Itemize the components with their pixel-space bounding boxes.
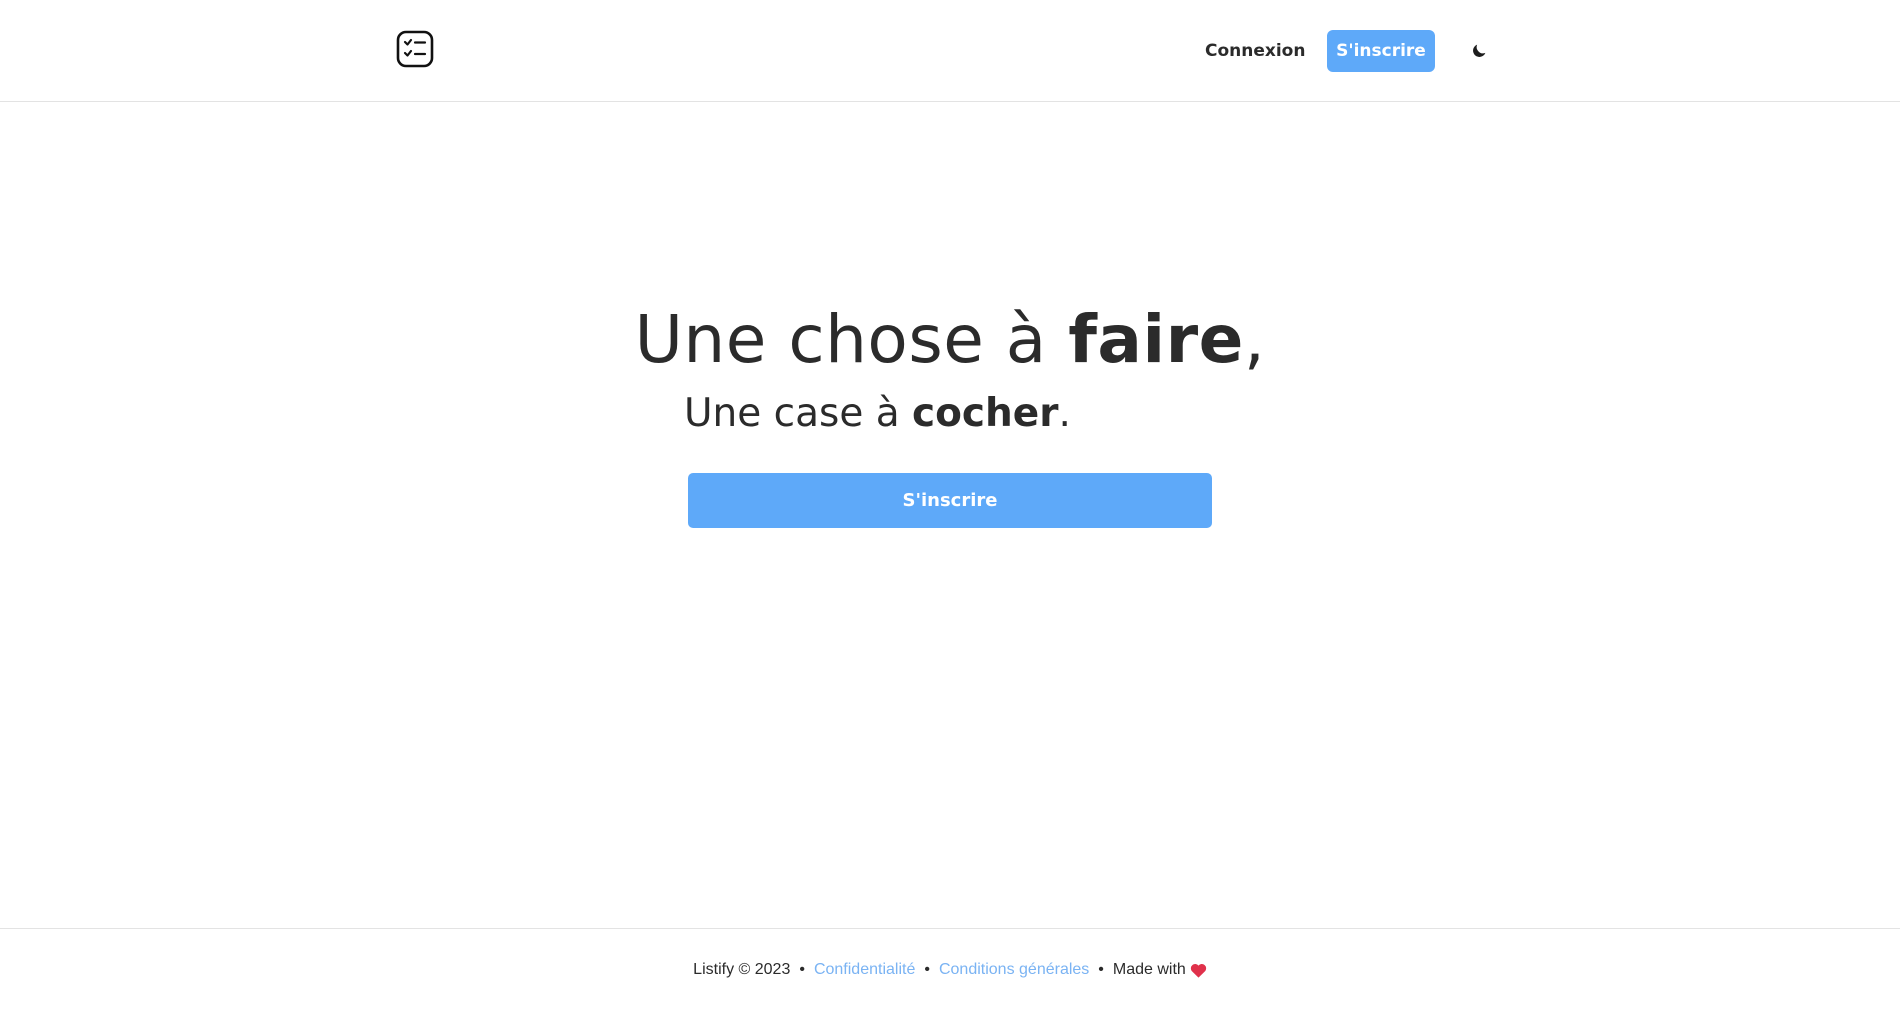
footer-separator: • [1098, 961, 1104, 978]
hero-signup-button[interactable]: S'inscrire [688, 473, 1212, 528]
site-footer: Listify © 2023 • Confidentialité • Condi… [0, 928, 1900, 1013]
hero-headline-bold: faire [1068, 301, 1244, 378]
heart-icon [1190, 963, 1207, 978]
footer-row: Listify © 2023 • Confidentialité • Condi… [0, 961, 1900, 979]
signup-button[interactable]: S'inscrire [1327, 30, 1435, 72]
hero-headline: Une chose à faire, [0, 298, 1900, 382]
site-header: Connexion S'inscrire [0, 0, 1900, 102]
footer-separator: • [924, 961, 930, 978]
made-with-text: Made with [1112, 961, 1186, 978]
terms-link[interactable]: Conditions générales [939, 961, 1089, 979]
privacy-link[interactable]: Confidentialité [814, 961, 915, 979]
login-link[interactable]: Connexion [1195, 30, 1315, 72]
hero-subheadline-bold: cocher [912, 391, 1059, 436]
checklist-icon[interactable] [396, 30, 434, 68]
moon-icon[interactable] [1466, 38, 1492, 64]
hero-subheadline: Une case à cocher. [684, 388, 1284, 440]
hero-subheadline-suffix: . [1058, 391, 1071, 436]
copyright-text: Listify © 2023 [693, 961, 791, 978]
hero-subheadline-prefix: Une case à [684, 391, 913, 436]
hero-headline-prefix: Une chose à [634, 301, 1069, 378]
hero-headline-suffix: , [1243, 301, 1266, 378]
footer-separator: • [799, 961, 805, 978]
